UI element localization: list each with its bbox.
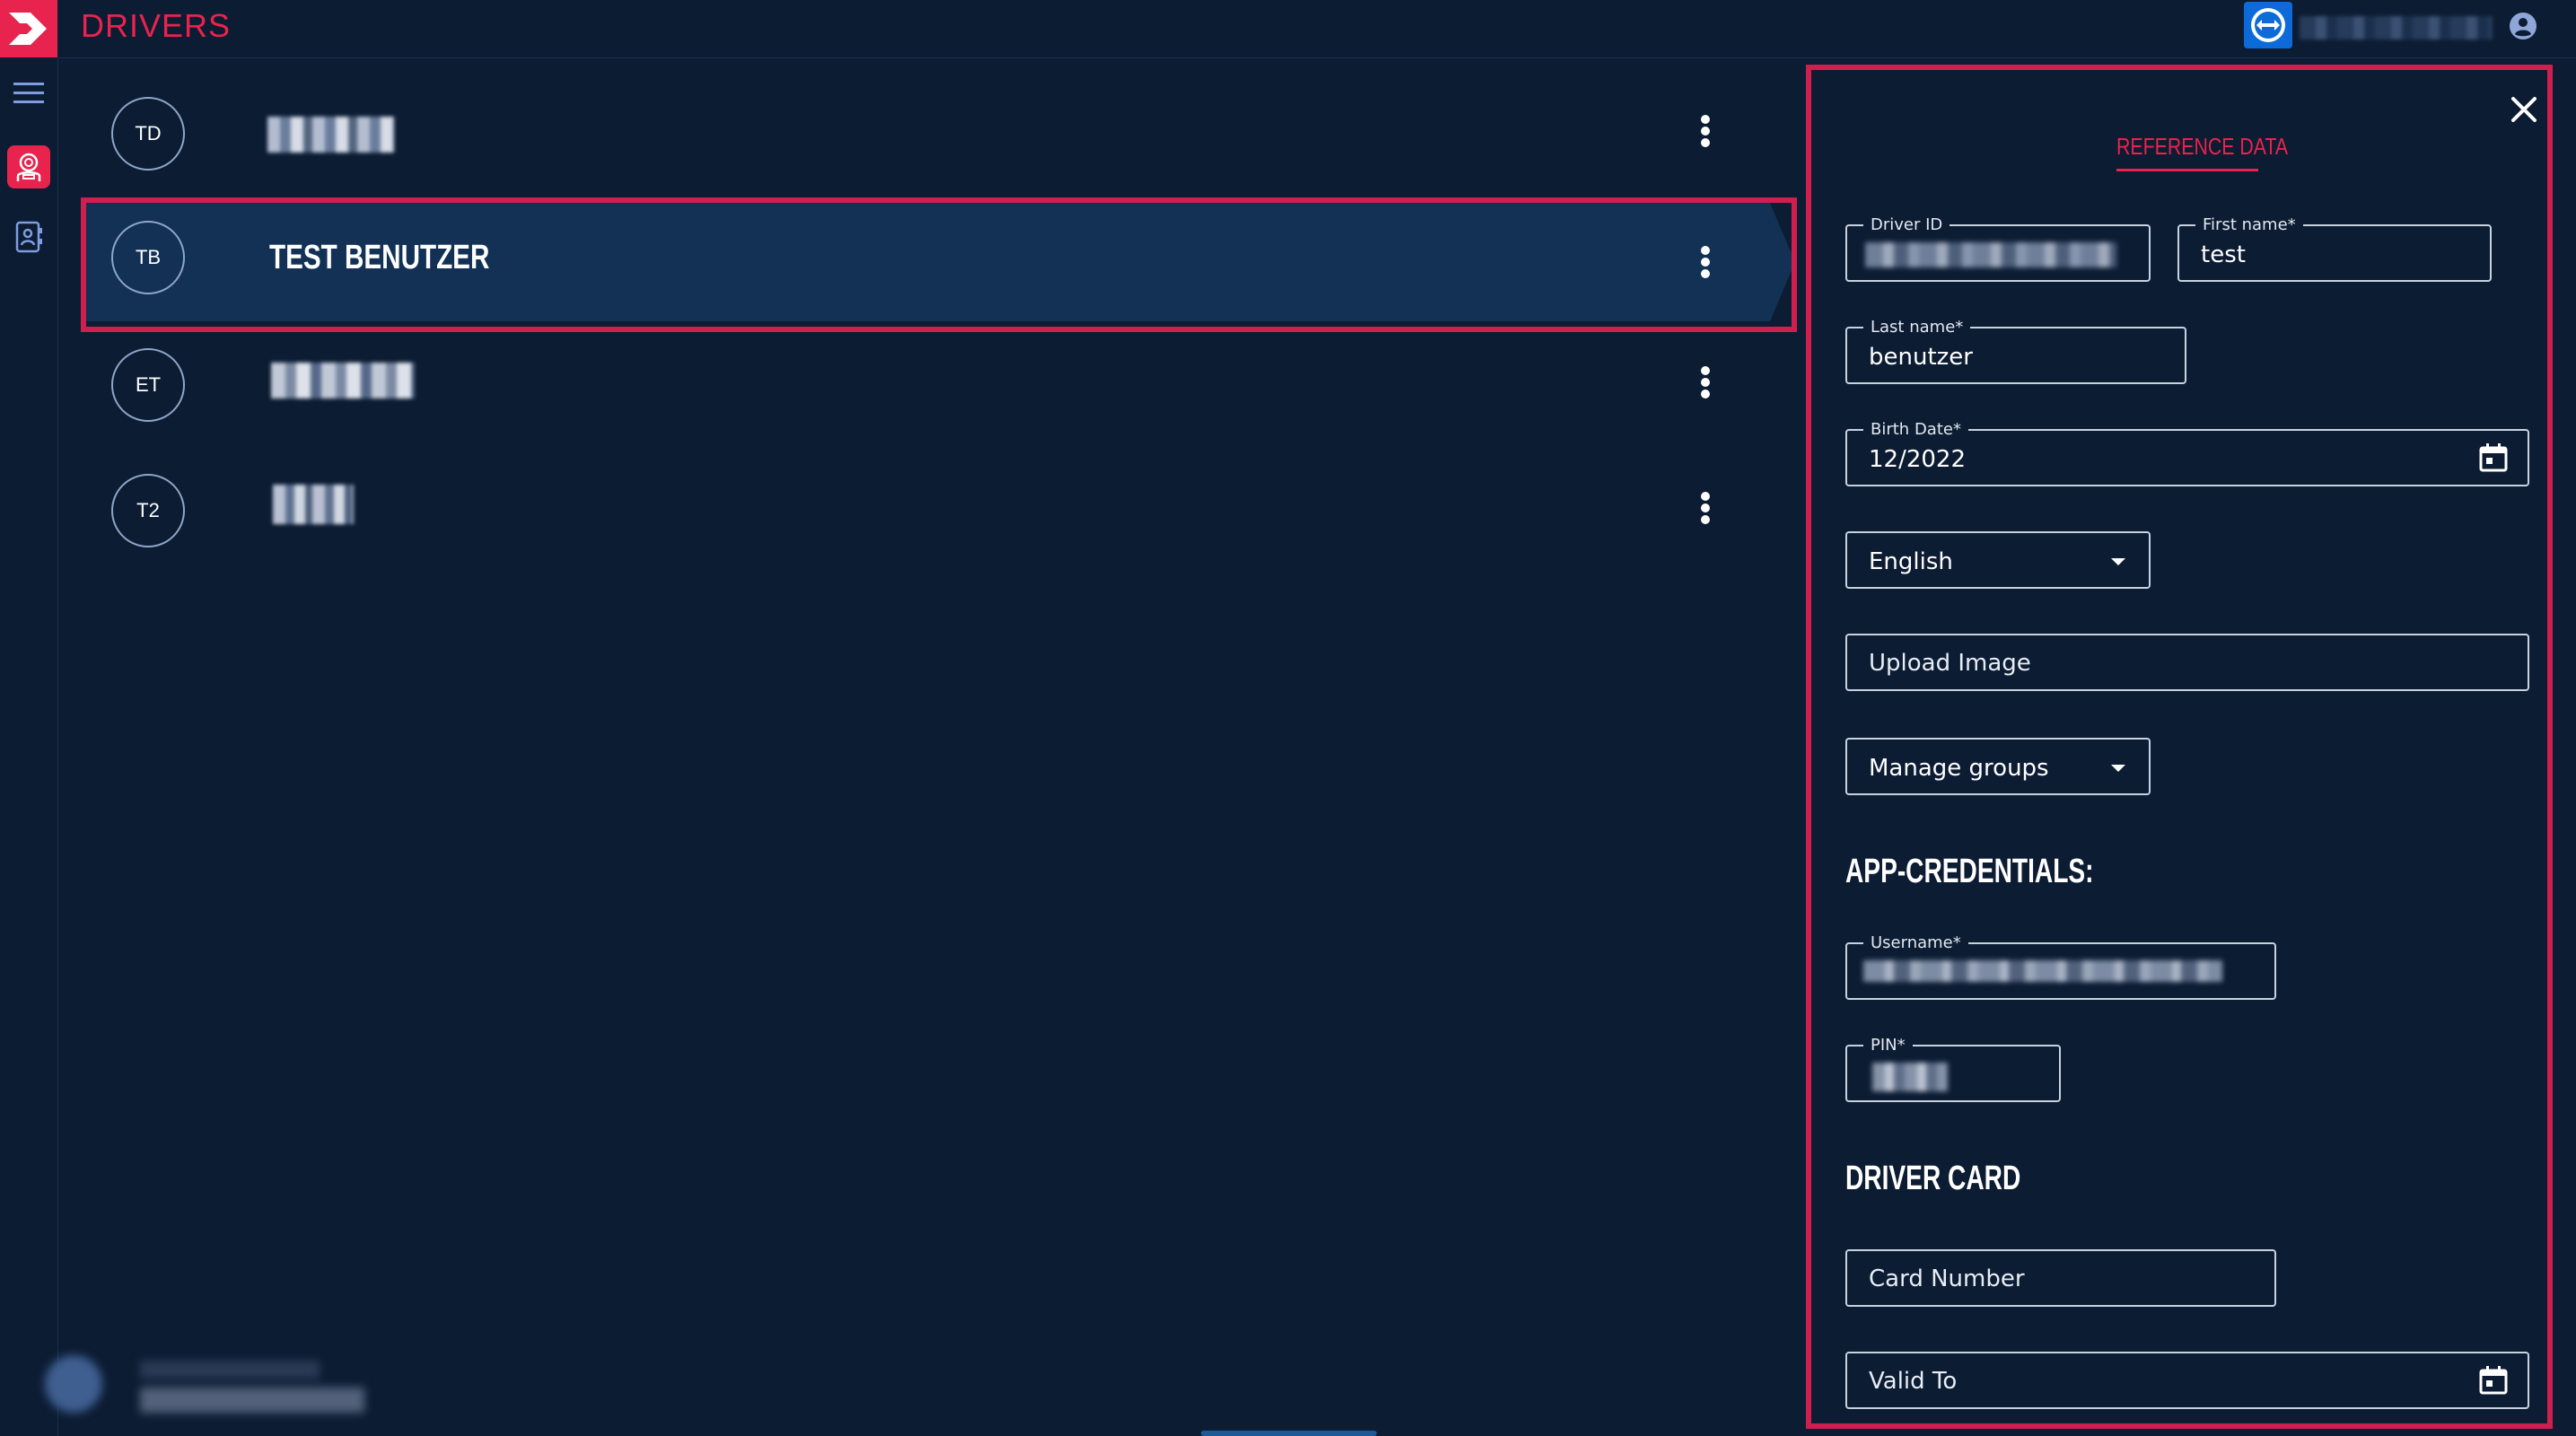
teamviewer-icon[interactable] xyxy=(2244,2,2292,48)
driver-card-heading: DRIVER CARD xyxy=(1845,1160,2021,1197)
pin-field[interactable]: PIN* xyxy=(1845,1036,2061,1102)
close-icon[interactable] xyxy=(2506,92,2542,127)
calendar-icon[interactable] xyxy=(2477,442,2510,474)
last-name-field[interactable]: Last name* benutzer xyxy=(1845,318,2186,384)
manage-groups-select[interactable]: Manage groups xyxy=(1845,738,2151,795)
language-select[interactable]: English xyxy=(1845,531,2151,589)
driver-name xyxy=(271,363,415,398)
more-vert-icon[interactable] xyxy=(1695,115,1716,151)
list-item[interactable]: T2 xyxy=(83,452,1795,571)
scroll-indicator xyxy=(1201,1431,1377,1436)
avatar: TD xyxy=(111,97,185,171)
avatar: T2 xyxy=(111,474,185,547)
nav-rail xyxy=(0,57,58,1436)
top-bar: DRIVERS xyxy=(0,0,2576,58)
selection-highlight xyxy=(81,197,1797,332)
driver-name xyxy=(273,485,354,524)
username-field[interactable]: Username* xyxy=(1845,933,2276,1000)
drivers-icon[interactable] xyxy=(7,145,50,188)
tab-reference-data[interactable]: REFERENCE DATA xyxy=(2116,133,2288,161)
account-circle-icon[interactable] xyxy=(2508,11,2538,41)
list-item[interactable]: ET xyxy=(83,327,1795,445)
calendar-icon[interactable] xyxy=(2477,1364,2510,1397)
dropdown-arrow-icon xyxy=(2111,765,2125,772)
valid-to-field[interactable]: Valid To xyxy=(1845,1352,2529,1409)
card-number-field[interactable]: Card Number xyxy=(1845,1249,2276,1307)
upload-image-field[interactable]: Upload Image xyxy=(1845,634,2529,691)
first-name-field[interactable]: First name* test xyxy=(2177,215,2492,282)
birth-date-field[interactable]: Birth Date* 12/2022 xyxy=(1845,420,2529,486)
driver-name xyxy=(267,117,395,153)
dropdown-arrow-icon xyxy=(2111,558,2125,565)
app-credentials-heading: APP-CREDENTIALS: xyxy=(1845,853,2094,890)
more-vert-icon[interactable] xyxy=(1695,366,1716,402)
app-logo-icon[interactable] xyxy=(0,0,57,57)
contacts-icon[interactable] xyxy=(7,215,50,258)
list-item[interactable]: TD xyxy=(83,75,1795,194)
driver-id-field[interactable]: Driver ID xyxy=(1845,215,2151,282)
more-vert-icon[interactable] xyxy=(1695,492,1716,528)
menu-icon[interactable] xyxy=(7,72,50,115)
page-title: DRIVERS xyxy=(81,7,232,44)
avatar xyxy=(45,1355,102,1413)
user-name xyxy=(2300,16,2493,39)
current-user[interactable] xyxy=(32,1343,409,1425)
tab-indicator xyxy=(2116,169,2258,171)
avatar: ET xyxy=(111,348,185,422)
